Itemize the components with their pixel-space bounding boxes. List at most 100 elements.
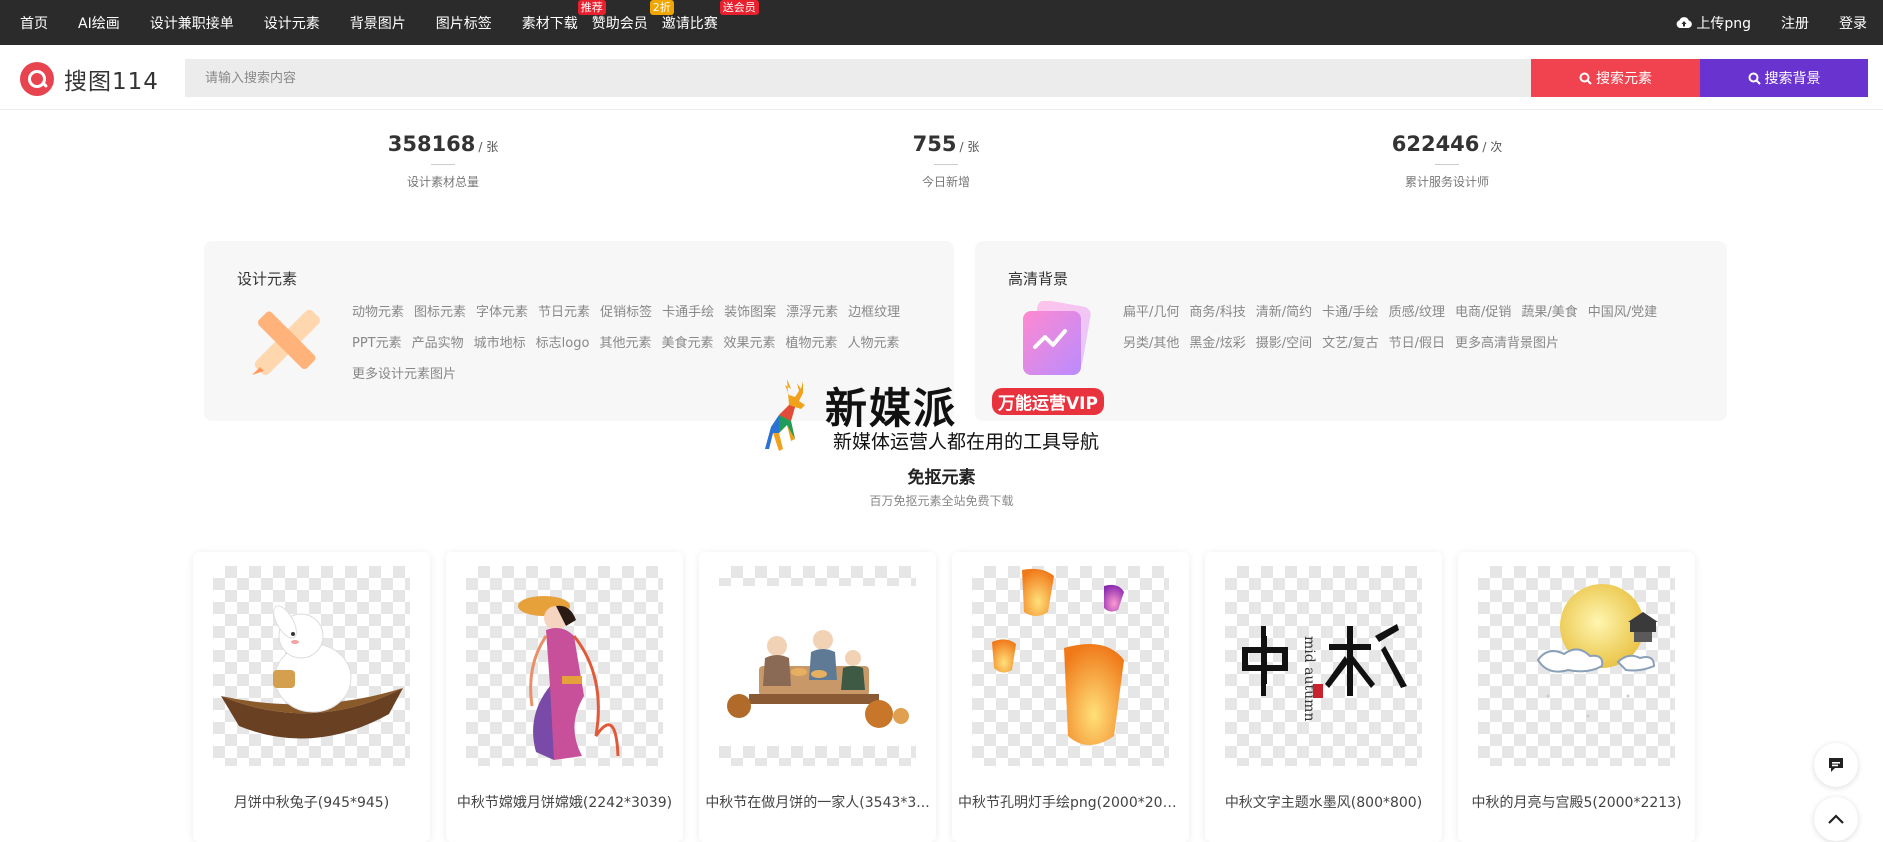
product-caption: 月饼中秋兔子(945*945) xyxy=(233,795,390,811)
stat-number: 358168 xyxy=(387,132,476,156)
product-card[interactable]: 中秋节在做月饼的一家人(3543*3... xyxy=(699,552,936,842)
category-tag-link[interactable]: 城市地标 xyxy=(474,328,526,359)
product-image xyxy=(719,566,916,766)
top-nav-bar: 首页 AI绘画 设计兼职接单 设计元素 背景图片 图片标签 素材下载 推荐 赞助… xyxy=(0,0,1883,45)
category-tag-link[interactable]: 卡通/手绘 xyxy=(1322,297,1378,328)
stat-today-new: 755/ 张 今日新增 xyxy=(846,132,1046,190)
category-tag-link[interactable]: 商务/科技 xyxy=(1189,297,1245,328)
category-tag-link[interactable]: 另类/其他 xyxy=(1123,328,1179,359)
card-title: 设计元素 xyxy=(237,270,298,288)
moon-palace-art xyxy=(1536,584,1658,718)
search-backgrounds-button[interactable]: 搜索背景 xyxy=(1700,59,1868,97)
category-tag-link[interactable]: 图标元素 xyxy=(414,297,466,328)
category-tag-link[interactable]: 中国风/党建 xyxy=(1588,297,1657,328)
stat-label: 今日新增 xyxy=(921,175,970,189)
category-tag-link[interactable]: 节日/假日 xyxy=(1389,328,1445,359)
pencil-ruler-icon xyxy=(246,301,326,381)
nav-ai-painting[interactable]: AI绘画 xyxy=(78,13,120,33)
nav-material-download[interactable]: 素材下载 推荐 xyxy=(522,0,606,33)
site-logo[interactable]: 搜图114 xyxy=(20,62,159,96)
search-icon xyxy=(1579,72,1592,85)
login-link[interactable]: 登录 xyxy=(1839,13,1867,33)
product-image xyxy=(213,566,410,766)
category-tag-link[interactable]: 漂浮元素 xyxy=(786,297,838,328)
feedback-button[interactable] xyxy=(1814,743,1858,787)
category-tag-link[interactable]: 植物元素 xyxy=(785,328,837,359)
back-to-top-button[interactable] xyxy=(1814,797,1858,841)
category-tag-link[interactable]: 标志logo xyxy=(536,328,590,359)
category-tag-link[interactable]: 产品实物 xyxy=(412,328,464,359)
deer-logo-icon xyxy=(765,379,805,451)
category-tag-link[interactable]: 清新/简约 xyxy=(1256,297,1312,328)
search-elements-button[interactable]: 搜索元素 xyxy=(1531,59,1700,97)
stat-total-materials: 358168/ 张 设计素材总量 xyxy=(343,132,543,190)
category-tag-link[interactable]: 人物元素 xyxy=(848,328,900,359)
product-card[interactable]: 月饼中秋兔子(945*945) xyxy=(193,552,430,842)
nav-sponsor-member[interactable]: 赞助会员 2折 xyxy=(592,0,674,33)
category-tag-link[interactable]: 效果元素 xyxy=(723,328,775,359)
logo-text: 搜图114 xyxy=(64,69,159,95)
upload-png-label: 上传png xyxy=(1696,15,1751,32)
family-mooncake-art xyxy=(719,586,916,746)
search-backgrounds-label: 搜索背景 xyxy=(1764,71,1821,87)
stat-divider xyxy=(1435,164,1459,165)
product-card[interactable]: 中秋节嫦娥月饼嫦娥(2242*3039) xyxy=(446,552,683,842)
category-tag-link[interactable]: 卡通手绘 xyxy=(662,297,714,328)
category-tag-link[interactable]: PPT元素 xyxy=(352,328,402,359)
product-caption: 中秋节在做月饼的一家人(3543*3... xyxy=(705,795,930,811)
stat-unit: / 张 xyxy=(478,140,499,154)
category-tag-link[interactable]: 摄影/空间 xyxy=(1256,328,1312,359)
nav-invite-contest[interactable]: 邀请比赛 送会员 xyxy=(661,0,759,33)
product-caption: 中秋的月亮与宫殿5(2000*2213) xyxy=(1471,795,1682,811)
cloud-upload-icon xyxy=(1676,17,1693,28)
category-tag-link[interactable]: 动物元素 xyxy=(352,297,404,328)
rabbit-boat-art xyxy=(221,605,403,739)
nav-home[interactable]: 首页 xyxy=(20,13,48,33)
ink-calligraphy-art: mid autumn xyxy=(1242,624,1407,721)
category-tag-link[interactable]: 边框纹理 xyxy=(848,297,900,328)
category-tag-link[interactable]: 电商/促销 xyxy=(1455,297,1511,328)
category-tag-link[interactable]: 其他元素 xyxy=(599,328,651,359)
product-card[interactable]: 中秋节孔明灯手绘png(2000*2000) xyxy=(952,552,1189,842)
register-link[interactable]: 注册 xyxy=(1781,13,1809,33)
upload-png-link[interactable]: 上传png xyxy=(1676,13,1751,33)
nav-image-tags[interactable]: 图片标签 xyxy=(436,13,492,33)
watermark-vip-badge: 万能运营VIP xyxy=(992,388,1104,415)
search-input[interactable] xyxy=(185,59,1531,97)
category-tag-link[interactable]: 节日元素 xyxy=(538,297,590,328)
product-image xyxy=(972,566,1169,766)
category-tag-link[interactable]: 蔬果/美食 xyxy=(1521,297,1577,328)
nav-design-elements[interactable]: 设计元素 xyxy=(264,13,320,33)
product-caption: 中秋节孔明灯手绘png(2000*2000) xyxy=(958,795,1183,811)
stat-divider xyxy=(934,164,958,165)
product-card[interactable]: 中秋的月亮与宫殿5(2000*2213) xyxy=(1458,552,1695,842)
background-tag-list: 扁平/几何 商务/科技 清新/简约 卡通/手绘 质感/纹理 电商/促销 蔬果/美食 中国风/党… xyxy=(1123,297,1683,359)
top-nav: 首页 AI绘画 设计兼职接单 设计元素 背景图片 图片标签 素材下载 推荐 赞助… xyxy=(20,0,759,45)
category-tag-link[interactable]: 扁平/几何 xyxy=(1123,297,1179,328)
category-tag-link[interactable]: 美食元素 xyxy=(661,328,713,359)
search-icon xyxy=(1748,72,1761,85)
product-caption: 中秋节嫦娥月饼嫦娥(2242*3039) xyxy=(456,795,673,811)
stat-number: 622446 xyxy=(1391,132,1480,156)
category-tag-link[interactable]: 更多高清背景图片 xyxy=(1455,328,1559,359)
product-card[interactable]: mid autumn 中秋文字主题水墨风(800*800) xyxy=(1205,552,1442,842)
product-image xyxy=(466,566,663,766)
category-tag-link[interactable]: 字体元素 xyxy=(476,297,528,328)
header: 搜图114 搜索元素 搜索背景 xyxy=(0,45,1883,110)
sky-lanterns-art xyxy=(992,568,1124,745)
nav-backgrounds[interactable]: 背景图片 xyxy=(350,13,406,33)
stat-label: 累计服务设计师 xyxy=(1404,175,1489,189)
category-tag-link[interactable]: 装饰图案 xyxy=(724,297,776,328)
category-tag-link[interactable]: 更多设计元素图片 xyxy=(352,359,456,390)
nav-design-jobs[interactable]: 设计兼职接单 xyxy=(150,13,234,33)
nav-invite-contest-label: 邀请比赛 xyxy=(661,15,718,32)
watermark-overlay: 新媒派 万能运营VIP 新媒体运营人都在用的工具导航 xyxy=(765,375,1125,459)
stat-divider xyxy=(431,164,455,165)
category-tag-link[interactable]: 黑金/炫彩 xyxy=(1189,328,1245,359)
category-tag-link[interactable]: 质感/纹理 xyxy=(1389,297,1445,328)
category-tag-link[interactable]: 文艺/复古 xyxy=(1322,328,1378,359)
stat-unit: / 次 xyxy=(1482,140,1503,154)
category-tag-link[interactable]: 促销标签 xyxy=(600,297,652,328)
stat-number: 755 xyxy=(912,132,957,156)
gift-member-badge: 送会员 xyxy=(719,0,759,15)
